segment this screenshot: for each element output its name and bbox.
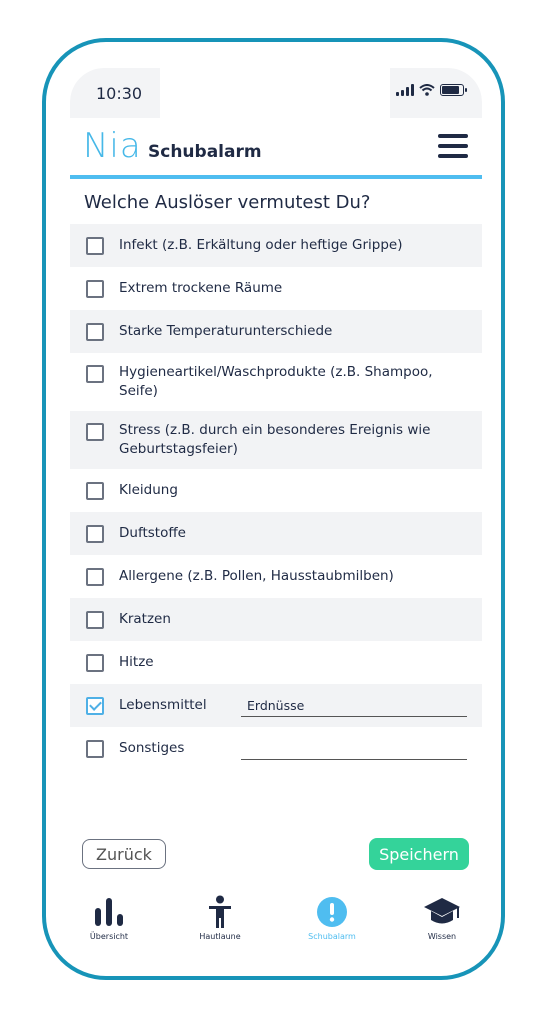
status-time: 10:30 bbox=[96, 84, 143, 103]
option-label: Kratzen bbox=[119, 611, 171, 627]
option-label: Duftstoffe bbox=[119, 525, 186, 541]
option-row-temperatur[interactable]: Starke Temperaturunterschiede bbox=[70, 310, 482, 353]
alert-icon bbox=[287, 894, 377, 930]
bottom-tab-bar: Übersicht Hautlaune Schubalarm Wissen bbox=[70, 886, 482, 958]
status-bar: 10:30 bbox=[70, 68, 482, 118]
app-screen: 10:30 Nia Schubalarm Welche Auslöser ver… bbox=[70, 68, 482, 958]
tab-hautlaune[interactable]: Hautlaune bbox=[175, 894, 265, 954]
tab-label: Wissen bbox=[427, 932, 457, 941]
checkbox[interactable] bbox=[86, 524, 104, 543]
page-title: Schubalarm bbox=[148, 142, 262, 162]
checkbox[interactable] bbox=[86, 322, 104, 341]
question-heading: Welche Auslöser vermutest Du? bbox=[84, 192, 371, 213]
hamburger-menu-icon[interactable] bbox=[438, 134, 468, 158]
option-label: Infekt (z.B. Erkältung oder heftige Grip… bbox=[119, 237, 403, 253]
tab-uebersicht[interactable]: Übersicht bbox=[70, 894, 154, 954]
checkbox[interactable] bbox=[86, 279, 104, 298]
checkbox[interactable] bbox=[86, 739, 104, 758]
person-icon bbox=[175, 894, 265, 930]
tab-schubalarm[interactable]: Schubalarm bbox=[287, 894, 377, 954]
checkbox[interactable] bbox=[86, 365, 104, 383]
tab-wissen[interactable]: Wissen bbox=[397, 894, 482, 954]
checkbox[interactable] bbox=[86, 423, 104, 441]
checkbox[interactable] bbox=[86, 567, 104, 586]
option-row-hygieneartikel[interactable]: Hygieneartikel/Waschprodukte (z.B. Shamp… bbox=[70, 353, 482, 411]
save-button[interactable]: Speichern bbox=[369, 838, 469, 870]
option-row-stress[interactable]: Stress (z.B. durch ein besonderes Ereign… bbox=[70, 411, 482, 469]
option-row-hitze[interactable]: Hitze bbox=[70, 641, 482, 684]
option-label: Stress (z.B. durch ein besonderes Ereign… bbox=[119, 422, 431, 457]
option-row-kleidung[interactable]: Kleidung bbox=[70, 469, 482, 512]
option-label: Extrem trockene Räume bbox=[119, 280, 283, 296]
option-row-duftstoffe[interactable]: Duftstoffe bbox=[70, 512, 482, 555]
back-button[interactable]: Zurück bbox=[82, 839, 166, 869]
header-divider bbox=[70, 175, 482, 179]
option-label: Allergene (z.B. Pollen, Hausstaubmilben) bbox=[119, 568, 394, 584]
nia-logo: Nia bbox=[83, 126, 142, 166]
option-row-sonstiges[interactable]: Sonstiges bbox=[70, 727, 482, 770]
tab-label: Hautlaune bbox=[199, 932, 241, 941]
app-header: Nia Schubalarm bbox=[70, 118, 482, 176]
option-row-lebensmittel[interactable]: Lebensmittel bbox=[70, 684, 482, 727]
option-row-infekt[interactable]: Infekt (z.B. Erkältung oder heftige Grip… bbox=[70, 224, 482, 267]
trigger-options-list: Infekt (z.B. Erkältung oder heftige Grip… bbox=[70, 224, 482, 770]
option-label: Hitze bbox=[119, 654, 154, 670]
checkbox[interactable] bbox=[86, 481, 104, 500]
lebensmittel-detail-input[interactable] bbox=[241, 694, 467, 717]
sonstiges-detail-input[interactable] bbox=[241, 737, 467, 760]
option-label: Kleidung bbox=[119, 482, 178, 498]
option-row-allergene[interactable]: Allergene (z.B. Pollen, Hausstaubmilben) bbox=[70, 555, 482, 598]
wifi-icon bbox=[419, 84, 435, 96]
option-label: Starke Temperaturunterschiede bbox=[119, 323, 333, 339]
tab-label: Übersicht bbox=[89, 932, 129, 941]
battery-icon bbox=[440, 84, 467, 96]
bar-chart-icon bbox=[70, 894, 154, 930]
checkbox[interactable] bbox=[86, 236, 104, 255]
checkbox[interactable] bbox=[86, 653, 104, 672]
checkbox[interactable] bbox=[86, 610, 104, 629]
option-row-trockene-raeume[interactable]: Extrem trockene Räume bbox=[70, 267, 482, 310]
tab-label: Schubalarm bbox=[308, 932, 356, 941]
checkbox-checked[interactable] bbox=[86, 696, 104, 715]
graduation-cap-icon bbox=[397, 894, 482, 930]
option-label: Hygieneartikel/Waschprodukte (z.B. Shamp… bbox=[119, 364, 433, 399]
cellular-signal-icon bbox=[396, 84, 414, 96]
option-row-kratzen[interactable]: Kratzen bbox=[70, 598, 482, 641]
